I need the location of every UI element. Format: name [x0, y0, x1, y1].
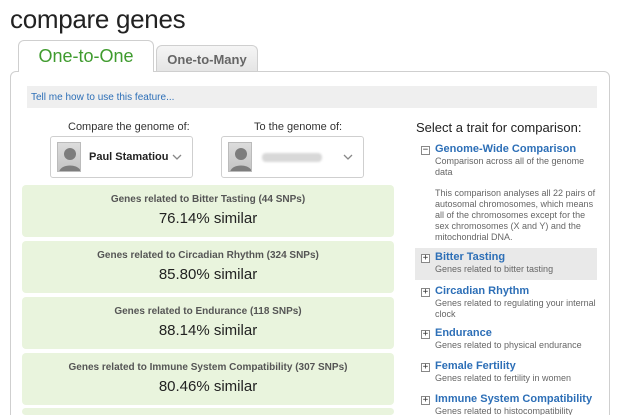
page-title: compare genes — [10, 4, 186, 34]
trait-item-female-fertility[interactable]: + Female Fertility Genes related to fert… — [415, 360, 597, 386]
trait-name[interactable]: Genome-Wide Comparison — [435, 143, 597, 155]
from-genome-select[interactable]: Paul Stamatiou — [50, 136, 193, 178]
trait-item-endurance[interactable]: + Endurance Genes related to physical en… — [415, 327, 597, 353]
trait-desc: Genes related to histocompatibility — [435, 406, 573, 415]
trait-name[interactable]: Female Fertility — [435, 360, 597, 372]
result-card — [22, 408, 394, 415]
trait-name[interactable]: Circadian Rhythm — [435, 285, 597, 297]
result-title: Genes related to Immune System Compatibi… — [68, 362, 348, 373]
expand-icon[interactable]: + — [421, 288, 430, 297]
result-card: Genes related to Immune System Compatibi… — [22, 353, 394, 405]
trait-item-genome-wide[interactable]: − Genome-Wide Comparison Comparison acro… — [415, 143, 597, 243]
compare-to-label: To the genome of: — [254, 121, 343, 133]
result-value: 80.46% similar — [158, 378, 258, 395]
result-title: Genes related to Endurance (118 SNPs) — [114, 306, 302, 317]
trait-explanation: This comparison analyses all 22 pairs of… — [435, 188, 596, 242]
expand-icon[interactable]: + — [421, 254, 430, 263]
collapse-icon[interactable]: − — [421, 146, 430, 155]
result-title: Genes related to Circadian Rhythm (324 S… — [97, 250, 319, 261]
trait-name[interactable]: Immune System Compatibility — [435, 393, 597, 405]
to-genome-select[interactable] — [221, 136, 364, 178]
tab-one-to-one[interactable]: One-to-One — [18, 40, 154, 72]
to-genome-name-blurred — [262, 152, 322, 162]
result-value: 88.14% similar — [158, 322, 258, 339]
expand-icon[interactable]: + — [421, 330, 430, 339]
compare-from-label: Compare the genome of: — [68, 121, 190, 133]
tab-one-to-many[interactable]: One-to-Many — [156, 45, 258, 72]
trait-item-bitter-tasting[interactable]: + Bitter Tasting Genes related to bitter… — [415, 248, 597, 280]
trait-item-immune-system[interactable]: + Immune System Compatibility Genes rela… — [415, 393, 597, 415]
trait-desc: Genes related to regulating your interna… — [435, 298, 596, 319]
avatar — [228, 142, 252, 172]
trait-name[interactable]: Endurance — [435, 327, 597, 339]
result-card: Genes related to Endurance (118 SNPs) 88… — [22, 297, 394, 349]
help-bar: Tell me how to use this feature... — [27, 86, 597, 108]
from-genome-name: Paul Stamatiou — [89, 151, 169, 163]
trait-desc: Comparison across all of the genome data — [435, 156, 585, 177]
result-card: Genes related to Bitter Tasting (44 SNPs… — [22, 185, 394, 237]
result-value: 85.80% similar — [158, 266, 258, 283]
trait-desc: Genes related to fertility in women — [435, 373, 572, 383]
trait-desc: Genes related to bitter tasting — [435, 264, 554, 274]
trait-item-circadian-rhythm[interactable]: + Circadian Rhythm Genes related to regu… — [415, 285, 597, 321]
chevron-down-icon — [170, 150, 184, 164]
trait-name[interactable]: Bitter Tasting — [435, 251, 597, 263]
result-value: 76.14% similar — [158, 210, 258, 227]
trait-desc: Genes related to physical endurance — [435, 340, 582, 350]
help-link[interactable]: Tell me how to use this feature... — [31, 92, 174, 103]
result-title: Genes related to Bitter Tasting (44 SNPs… — [110, 194, 306, 205]
avatar — [57, 142, 81, 172]
chevron-down-icon — [341, 150, 355, 164]
trait-panel-heading: Select a trait for comparison: — [416, 120, 582, 135]
result-card: Genes related to Circadian Rhythm (324 S… — [22, 241, 394, 293]
expand-icon[interactable]: + — [421, 396, 430, 405]
expand-icon[interactable]: + — [421, 363, 430, 372]
